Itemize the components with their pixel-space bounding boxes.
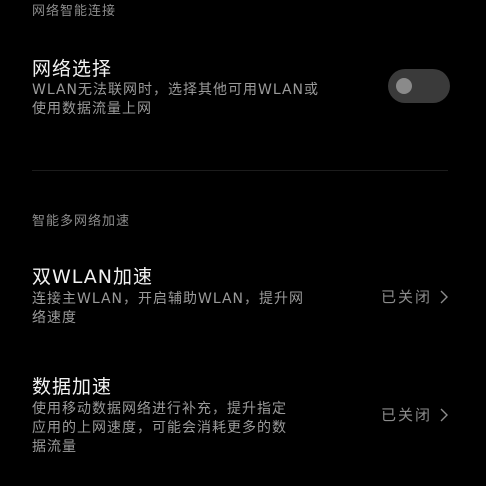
divider <box>32 170 448 171</box>
data-accel-row[interactable]: 数据加速 使用移动数据网络进行补充，提升指定 应用的上网速度，可能会消耗更多的数… <box>0 370 486 470</box>
chevron-right-icon <box>440 408 448 421</box>
dual-wlan-row[interactable]: 双WLAN加速 连接主WLAN，开启辅助WLAN，提升网 络速度 已关闭 <box>0 258 486 338</box>
chevron-right-icon <box>440 290 448 303</box>
data-accel-status-value: 已关闭 <box>380 406 432 424</box>
network-select-description-line2: 使用数据流量上网 <box>32 101 152 117</box>
dual-wlan-status-value: 已关闭 <box>380 288 432 306</box>
dual-wlan-value-group: 已关闭 <box>381 286 448 307</box>
network-select-row[interactable]: 网络选择 WLAN无法联网时，选择其他可用WLAN或 使用数据流量上网 <box>0 48 486 128</box>
dual-wlan-title: 双WLAN加速 <box>32 266 154 288</box>
network-select-description-line1: WLAN无法联网时，选择其他可用WLAN或 <box>32 82 320 98</box>
network-select-description: WLAN无法联网时，选择其他可用WLAN或 使用数据流量上网 <box>32 81 319 119</box>
data-accel-description-line2: 应用的上网速度，可能会消耗更多的数 <box>32 420 287 436</box>
toggle-knob <box>396 78 412 94</box>
data-accel-title: 数据加速 <box>32 376 113 398</box>
network-select-toggle[interactable] <box>388 69 450 103</box>
data-accel-description: 使用移动数据网络进行补充，提升指定 应用的上网速度，可能会消耗更多的数 据流量 <box>32 400 352 457</box>
data-accel-description-line1: 使用移动数据网络进行补充，提升指定 <box>32 401 287 417</box>
settings-screen: 网络智能连接 网络选择 WLAN无法联网时，选择其他可用WLAN或 使用数据流量… <box>0 0 486 486</box>
data-accel-value-group: 已关闭 <box>381 404 448 425</box>
dual-wlan-description: 连接主WLAN，开启辅助WLAN，提升网 络速度 <box>32 290 352 328</box>
section-header-network-smart: 网络智能连接 <box>32 4 117 19</box>
network-select-title: 网络选择 <box>32 58 113 80</box>
data-accel-description-line3: 据流量 <box>32 439 77 455</box>
dual-wlan-description-line1: 连接主WLAN，开启辅助WLAN，提升网 <box>32 291 305 307</box>
dual-wlan-description-line2: 络速度 <box>32 310 77 326</box>
section-header-multi-network: 智能多网络加速 <box>32 214 131 229</box>
